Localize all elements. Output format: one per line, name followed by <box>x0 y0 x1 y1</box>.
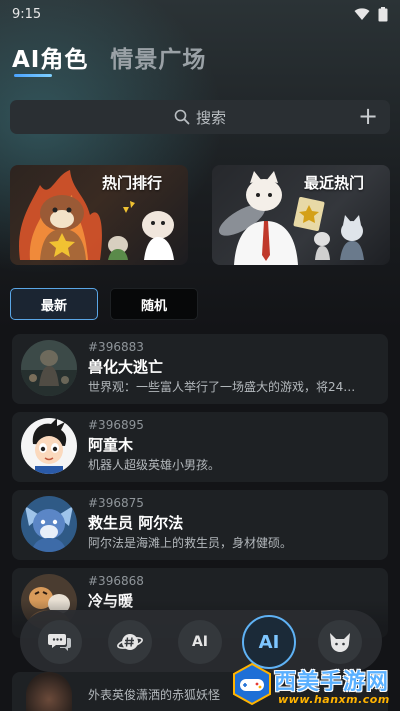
character-card[interactable]: #396875 救生员 阿尔法 阿尔法是海滩上的救生员，身材健硕。 <box>12 490 388 560</box>
nav-chat-button[interactable] <box>38 620 82 664</box>
nav-topics-button[interactable] <box>108 620 152 664</box>
character-name: 救生员 阿尔法 <box>88 514 184 532</box>
add-button[interactable]: + <box>356 104 380 129</box>
filter-random-button[interactable]: 随机 <box>110 288 198 320</box>
recent-hot-banner[interactable]: 最近热门 <box>212 165 390 265</box>
search-bar[interactable]: 搜索 + <box>10 100 390 134</box>
character-name: 阿童木 <box>88 436 134 454</box>
ai-icon: AI <box>258 631 280 653</box>
watermark-title: 西美手游网 <box>274 670 390 695</box>
character-id: #396875 <box>88 496 144 510</box>
status-icons <box>354 6 388 22</box>
search-placeholder: 搜索 <box>195 108 226 127</box>
tab-ai-characters[interactable]: AI角色 <box>12 40 88 74</box>
character-description: 世界观：一些富人举行了一场盛大的游戏，将24… <box>88 380 356 394</box>
hot-ranking-title: 热门排行 <box>102 174 163 192</box>
search-icon <box>174 109 190 125</box>
filter-row: 最新 随机 <box>10 288 198 320</box>
battery-icon <box>378 6 388 21</box>
character-id: #396883 <box>88 340 144 354</box>
fox-icon <box>330 633 350 652</box>
top-tabs: AI角色 情景广场 <box>12 40 206 74</box>
character-id: #396868 <box>88 574 144 588</box>
recent-hot-title: 最近热门 <box>304 174 365 192</box>
character-avatar <box>21 418 77 474</box>
character-card[interactable]: #396895 阿童木 机器人超级英雄小男孩。 <box>12 412 388 482</box>
character-avatar <box>21 340 77 396</box>
filter-latest-button[interactable]: 最新 <box>10 288 98 320</box>
character-card[interactable]: #396883 兽化大逃亡 世界观：一些富人举行了一场盛大的游戏，将24… <box>12 334 388 404</box>
nav-profile-button[interactable] <box>318 620 362 664</box>
active-tab-indicator <box>14 74 52 77</box>
nav-ai-create-button[interactable]: AI <box>178 620 222 664</box>
character-avatar <box>26 672 72 711</box>
watermark-url: www.hanxm.com <box>278 693 390 706</box>
site-watermark: 西美手游网 www.hanxm.com <box>226 660 396 710</box>
character-description: 机器人超级英雄小男孩。 <box>88 458 221 472</box>
chat-bubbles-icon <box>48 634 71 651</box>
gamepad-logo-icon <box>233 662 271 706</box>
character-id: #396895 <box>88 418 144 432</box>
ai-sparkle-icon: AI <box>191 634 209 650</box>
wifi-icon <box>354 8 370 20</box>
status-bar: 9:15 <box>0 0 400 28</box>
status-time: 9:15 <box>12 6 42 22</box>
planet-hashtag-icon <box>117 634 143 650</box>
character-avatar <box>21 496 77 552</box>
character-description: 阿尔法是海滩上的救生员，身材健硕。 <box>88 536 293 550</box>
tab-scene-plaza[interactable]: 情景广场 <box>110 40 206 74</box>
hot-ranking-banner[interactable]: 热门排行 <box>10 165 188 265</box>
character-name: 兽化大逃亡 <box>88 358 164 376</box>
